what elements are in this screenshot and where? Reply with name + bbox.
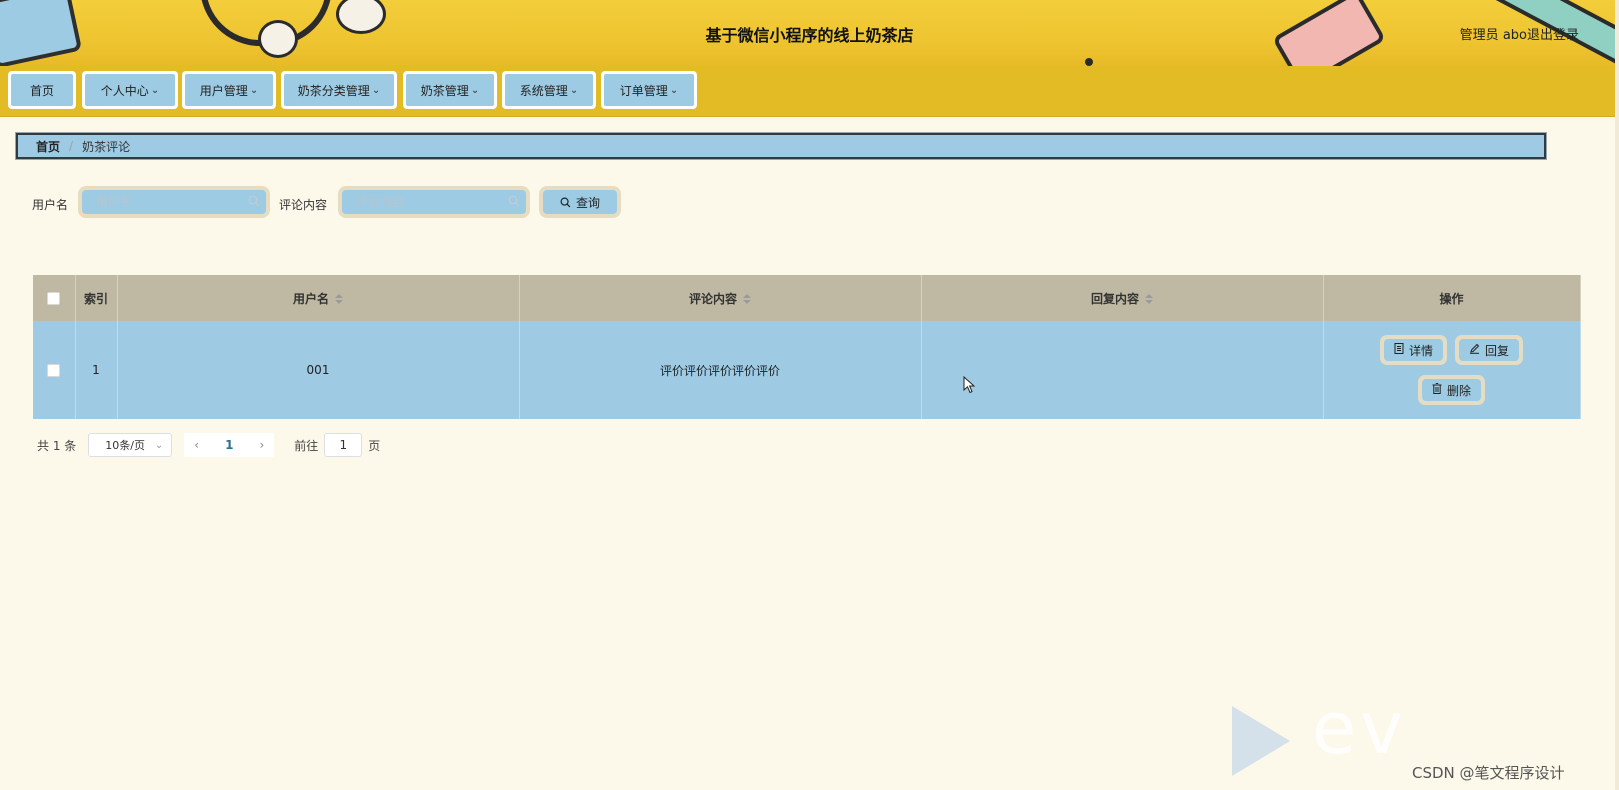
search-icon: [508, 195, 520, 210]
select-all-cell: [33, 275, 76, 321]
sort-icon[interactable]: [1145, 294, 1153, 304]
dot-decoration: [1085, 58, 1093, 66]
page-size-select[interactable]: 10条/页 ⌄: [88, 433, 173, 457]
table-header-row: 索引 用户名 评论内容 回复内容 操作: [33, 275, 1581, 321]
nav-item-tea-category-management[interactable]: 奶茶分类管理 ⌄: [281, 71, 397, 109]
column-header-label: 回复内容: [1090, 291, 1139, 306]
table-row: 1 001 评价评价评价评价评价 详情 回复 删除: [33, 321, 1581, 419]
sort-icon[interactable]: [743, 294, 751, 304]
ev-watermark: ev: [1312, 686, 1407, 770]
comment-search-wrap: [338, 186, 530, 218]
row-actions: 详情 回复 删除: [1323, 321, 1581, 419]
column-header-label: 用户名: [292, 291, 329, 306]
column-header-reply[interactable]: 回复内容: [921, 275, 1324, 321]
chevron-down-icon: ⌄: [154, 439, 164, 451]
column-header-actions: 操作: [1323, 275, 1581, 321]
nav-item-system-management[interactable]: 系统管理 ⌄: [502, 71, 596, 109]
comments-table: 索引 用户名 评论内容 回复内容 操作 1 001 评价评价评价评价评价 详情 …: [33, 275, 1581, 419]
detail-button[interactable]: 详情: [1379, 335, 1447, 365]
delete-button-label: 删除: [1446, 383, 1471, 398]
prev-page-icon[interactable]: ‹: [194, 438, 199, 452]
chevron-down-icon: ⌄: [569, 84, 579, 96]
detail-button-label: 详情: [1408, 343, 1433, 358]
column-header-comment[interactable]: 评论内容: [519, 275, 922, 321]
page-navigator: ‹ 1 ›: [184, 433, 275, 457]
site-title: 基于微信小程序的线上奶茶店: [705, 26, 914, 45]
top-header: 基于微信小程序的线上奶茶店 管理员 abo 退出登录: [0, 0, 1619, 68]
nav-label: 订单管理: [619, 83, 668, 98]
row-reply: [921, 321, 1324, 419]
next-page-icon[interactable]: ›: [259, 438, 264, 452]
search-icon: [560, 197, 571, 208]
chevron-down-icon: ⌄: [669, 84, 679, 96]
chevron-down-icon: ⌄: [470, 84, 480, 96]
nav-item-tea-management[interactable]: 奶茶管理 ⌄: [403, 71, 497, 109]
search-icon: [248, 195, 260, 210]
search-button[interactable]: 查询: [539, 186, 621, 218]
nav-item-personal-center[interactable]: 个人中心 ⌄: [82, 71, 178, 109]
delete-button[interactable]: 删除: [1417, 375, 1485, 405]
nav-label: 个人中心: [100, 83, 149, 98]
nav-label: 奶茶管理: [420, 83, 469, 98]
trash-icon: [1432, 383, 1442, 397]
row-index: 1: [75, 321, 118, 419]
current-page-number[interactable]: 1: [225, 438, 233, 452]
nav-label: 奶茶分类管理: [297, 83, 370, 98]
edit-icon: [1469, 343, 1480, 357]
breadcrumb-home[interactable]: 首页: [36, 138, 60, 155]
document-icon: [1394, 343, 1404, 357]
username-search-wrap: [78, 186, 270, 218]
nav-item-user-management[interactable]: 用户管理 ⌄: [182, 71, 276, 109]
user-info: 管理员 abo: [1460, 24, 1527, 43]
goto-prefix: 前往: [294, 438, 319, 453]
sort-icon[interactable]: [335, 294, 343, 304]
breadcrumb-separator: /: [69, 139, 74, 153]
nav-label: 首页: [29, 83, 54, 98]
column-header-label: 评论内容: [688, 291, 737, 306]
logout-link[interactable]: 退出登录: [1527, 24, 1579, 43]
user-name: abo: [1502, 28, 1527, 43]
goto-page-input[interactable]: [324, 433, 363, 457]
breadcrumb: 首页 / 奶茶评论: [15, 132, 1547, 160]
page-scrollbar[interactable]: [1615, 0, 1619, 790]
goto-suffix: 页: [368, 438, 381, 453]
row-checkbox[interactable]: [47, 364, 61, 377]
mouse-cursor-icon: [963, 375, 976, 397]
nav-item-order-management[interactable]: 订单管理 ⌄: [601, 71, 697, 109]
reply-button[interactable]: 回复: [1455, 335, 1524, 365]
comment-search-input[interactable]: [354, 194, 488, 210]
comment-label: 评论内容: [279, 198, 328, 212]
nav-label: 系统管理: [519, 83, 568, 98]
chevron-down-icon: ⌄: [150, 84, 160, 96]
select-all-checkbox[interactable]: [47, 292, 61, 305]
row-select-cell: [33, 321, 76, 419]
video-play-watermark-icon: [1232, 706, 1290, 776]
pagination-total: 共 1 条: [37, 438, 77, 453]
csdn-credit: CSDN @笔文程序设计: [1412, 764, 1565, 782]
nav-item-home[interactable]: 首页: [8, 71, 76, 109]
breadcrumb-current: 奶茶评论: [82, 139, 131, 154]
reply-button-label: 回复: [1485, 343, 1510, 358]
main-nav: 首页 个人中心 ⌄ 用户管理 ⌄ 奶茶分类管理 ⌄ 奶茶管理 ⌄ 系统管理 ⌄ 订单管理 ⌄: [0, 66, 1619, 117]
page-size-value: 10条/页: [105, 439, 145, 452]
chevron-down-icon: ⌄: [371, 84, 381, 96]
pagination: 共 1 条 10条/页 ⌄ ‹ 1 › 前往 页: [37, 432, 380, 458]
username-search-input[interactable]: [94, 194, 228, 210]
row-username: 001: [117, 321, 520, 419]
username-label: 用户名: [32, 198, 69, 212]
row-comment: 评价评价评价评价评价: [519, 321, 922, 419]
user-role: 管理员: [1459, 28, 1499, 43]
column-header-username[interactable]: 用户名: [117, 275, 520, 321]
chevron-down-icon: ⌄: [249, 84, 259, 96]
column-header-index: 索引: [75, 275, 118, 321]
search-button-label: 查询: [575, 195, 600, 210]
nav-label: 用户管理: [199, 83, 248, 98]
